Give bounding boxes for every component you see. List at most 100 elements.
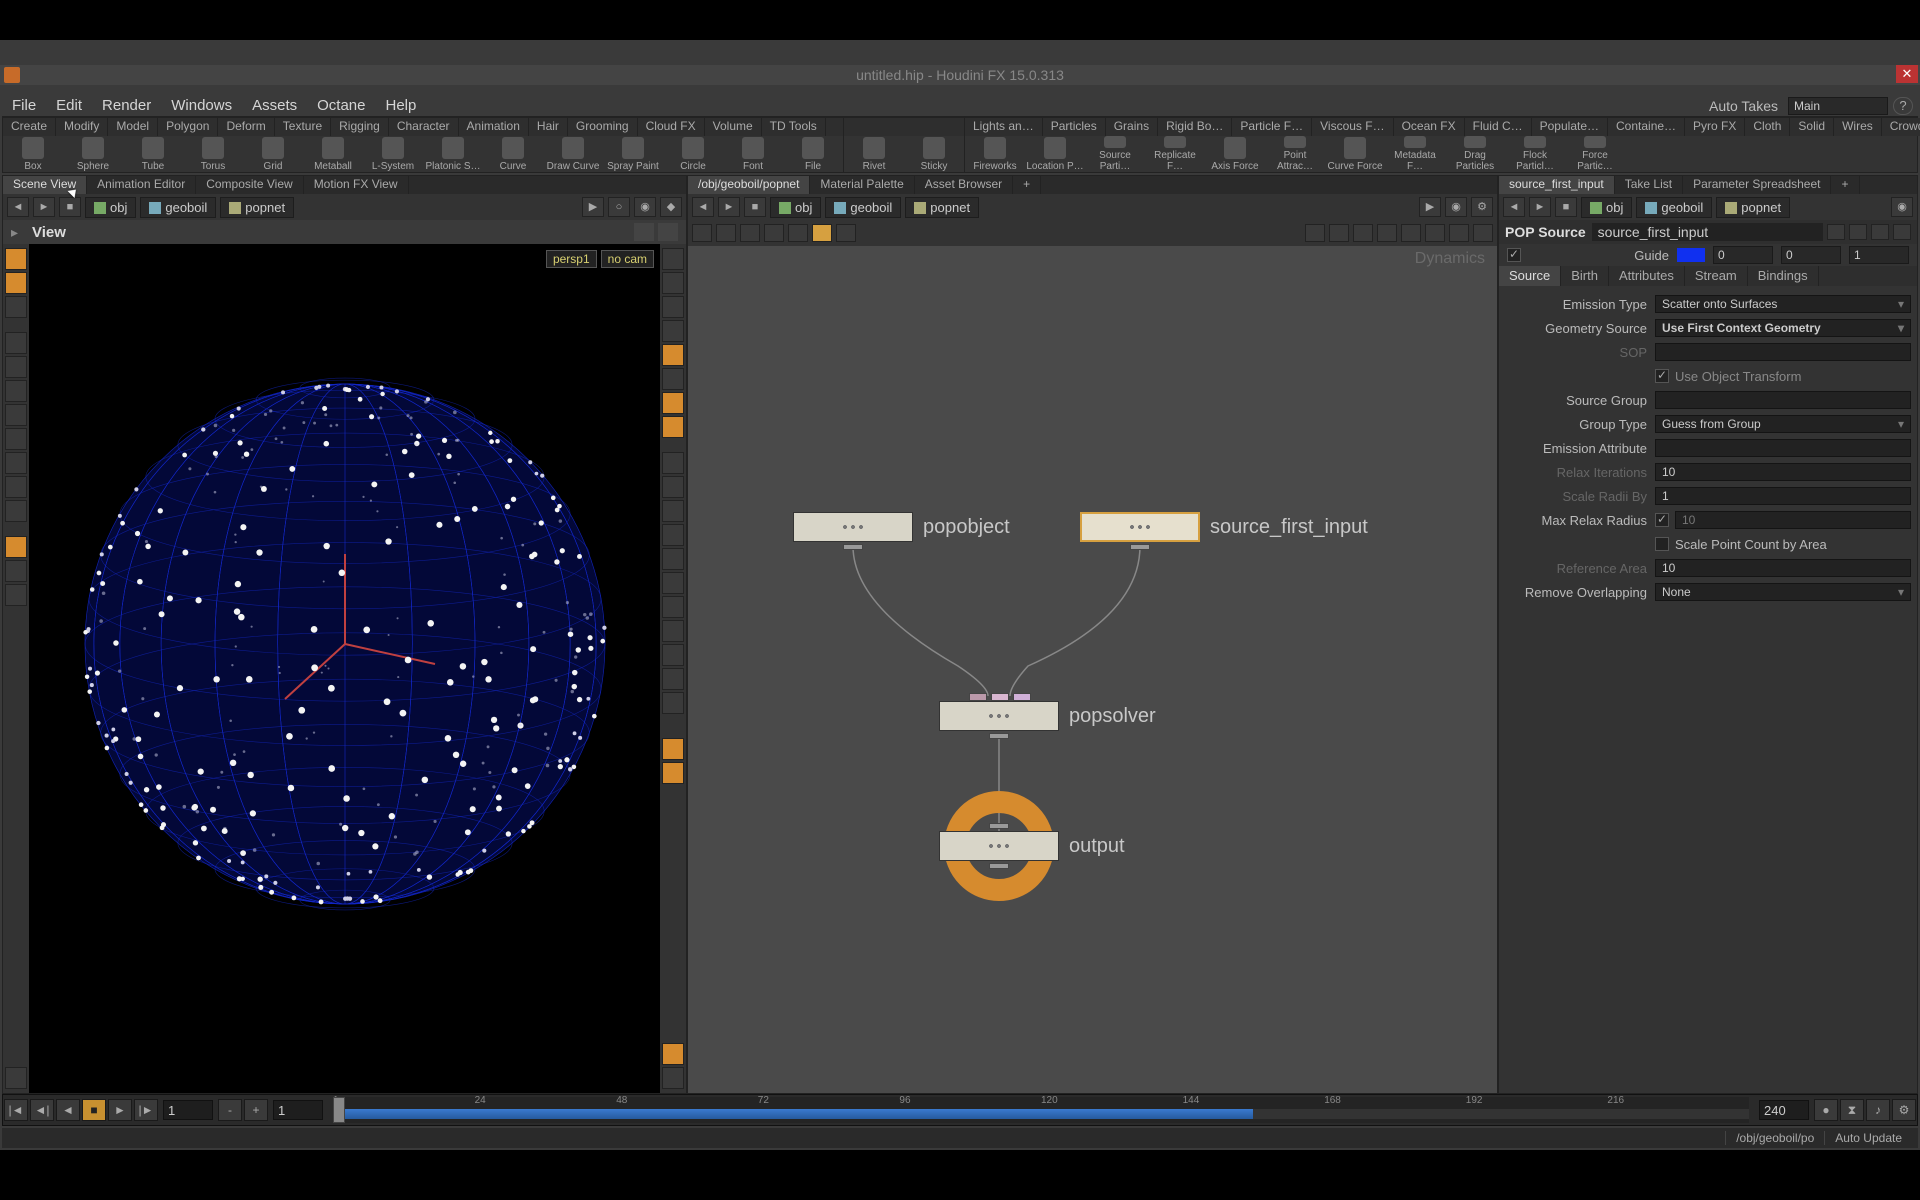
path-obj[interactable]: obj [85,197,136,218]
guide-checkbox[interactable] [1507,248,1521,262]
tool-circle[interactable]: Circle [663,136,723,172]
shelf-tab[interactable]: Modify [56,118,108,136]
net-find-icon[interactable] [1449,224,1469,242]
shelf-right-tabs[interactable]: Lights an… Particles Grains Rigid Bo… Pa… [965,118,1920,136]
tab-assetbrowser[interactable]: Asset Browser [915,176,1013,194]
tab-birth[interactable]: Birth [1561,266,1609,286]
shelf-tab[interactable]: Character [389,118,459,136]
net-zoom1-icon[interactable] [1305,224,1325,242]
tool-forcepart[interactable]: Force Partic… [1565,136,1625,172]
play-back-button[interactable]: ◄ [56,1099,80,1121]
display-opts-icon[interactable] [662,1043,684,1065]
output-connector[interactable] [989,733,1009,739]
shelf-tab[interactable]: Particles [1043,118,1106,136]
snap-multi-icon[interactable] [5,500,27,522]
shelf-tab[interactable]: Rigging [331,118,389,136]
select-tool-icon[interactable] [5,248,27,270]
net-back-icon[interactable]: ◄ [692,197,714,217]
rotate-tool-icon[interactable] [5,356,27,378]
tumble-icon[interactable] [662,524,684,546]
tool-drawcurve[interactable]: Draw Curve [543,136,603,172]
scale-count-checkbox[interactable] [1655,537,1669,551]
take-dropdown[interactable]: Main [1788,97,1888,115]
menu-help[interactable]: Help [375,95,426,116]
input-connectors[interactable] [969,693,1031,699]
play-forward-button[interactable]: ► [108,1099,132,1121]
light-icon[interactable] [662,368,684,390]
timeline-track[interactable]: 1 24 48 72 96 120 144 168 192 216 [333,1097,1749,1123]
play-icon[interactable]: ▶ [582,197,604,217]
tab-anim-editor[interactable]: Animation Editor [87,176,196,194]
net-opts-icon[interactable] [1473,224,1493,242]
playhead[interactable] [333,1097,345,1123]
tool-curveforce[interactable]: Curve Force [1325,136,1385,172]
menu-windows[interactable]: Windows [161,95,242,116]
shelf-tab[interactable]: Hair [529,118,568,136]
gear-icon[interactable] [1827,224,1845,240]
net-sticky-icon[interactable] [812,224,832,242]
step-fwd-button[interactable]: + [244,1099,268,1121]
menu-assets[interactable]: Assets [242,95,307,116]
tab-matpalette[interactable]: Material Palette [810,176,914,194]
frame-sel-icon[interactable] [662,692,684,714]
tool-grid[interactable]: Grid [243,136,303,172]
tab-parmspread[interactable]: Parameter Spreadsheet [1683,176,1831,194]
shade-icon[interactable] [662,344,684,366]
emission-type-dropdown[interactable]: Scatter onto Surfaces [1655,295,1911,313]
shelf-tab[interactable]: Texture [275,118,331,136]
tool-sticky[interactable]: Sticky [904,136,964,172]
output-connector[interactable] [843,544,863,550]
lasso-tool-icon[interactable] [5,404,27,426]
end-frame-field[interactable] [1759,1100,1809,1120]
tab-network[interactable]: /obj/geoboil/popnet [688,176,810,194]
output-connector[interactable] [989,863,1009,869]
audio-icon[interactable]: ♪ [1866,1099,1890,1121]
parm-path-obj[interactable]: obj [1581,197,1632,218]
menu-edit[interactable]: Edit [46,95,92,116]
headlight-icon[interactable] [662,392,684,414]
net-zoom2-icon[interactable] [1329,224,1349,242]
source-group-field[interactable] [1655,391,1911,409]
net-pin-icon[interactable]: ▶ [1419,197,1441,217]
tool-torus[interactable]: Torus [183,136,243,172]
path-pop[interactable]: popnet [220,197,294,218]
tool-replicate[interactable]: Replicate F… [1145,136,1205,172]
shelf-tab[interactable]: Cloud FX [638,118,705,136]
shelf-tab[interactable]: Polygon [158,118,218,136]
render-icon[interactable] [662,738,684,760]
arrow-tool-icon[interactable] [5,332,27,354]
global-anim-icon[interactable]: ⚙ [1892,1099,1916,1121]
shelf-tab[interactable]: Solid [1790,118,1834,136]
tool-drag[interactable]: Drag Particles [1445,136,1505,172]
node-name-field[interactable]: source_first_input [1592,223,1823,241]
info-icon[interactable] [1871,224,1889,240]
net-gear-icon[interactable]: ⚙ [1471,197,1493,217]
brush-tool-icon[interactable] [5,428,27,450]
parm-back-icon[interactable]: ◄ [1503,197,1525,217]
tool-flock[interactable]: Flock Particl… [1505,136,1565,172]
lock-icon[interactable] [662,248,684,270]
remove-overlap-dropdown[interactable]: None [1655,583,1911,601]
net-path-pop[interactable]: popnet [905,197,979,218]
net-zoom5-icon[interactable] [1401,224,1421,242]
zoom-icon[interactable] [662,596,684,618]
path-geo[interactable]: geoboil [140,197,216,218]
shelf-tab[interactable]: Grooming [568,118,638,136]
shelf-tab[interactable]: Lights an… [965,118,1043,136]
net-spread-icon[interactable] [740,224,760,242]
guide-b-field[interactable] [1849,246,1909,264]
net-path-geo[interactable]: geoboil [825,197,901,218]
tab-attributes[interactable]: Attributes [1609,266,1685,286]
grid-toggle-icon[interactable] [662,452,684,474]
tab-add[interactable]: + [1013,176,1041,194]
tab-scene-view[interactable]: Scene View [3,176,87,194]
tool-box[interactable]: Box [3,136,63,172]
tab-parm[interactable]: source_first_input [1499,176,1615,194]
pin-icon[interactable]: ◉ [634,197,656,217]
shelf-left-tabs[interactable]: Create Modify Model Polygon Deform Textu… [3,118,843,136]
close-icon[interactable]: ✕ [1896,65,1918,83]
menu-render[interactable]: Render [92,95,161,116]
pan-icon[interactable] [662,572,684,594]
camera-icon[interactable] [662,500,684,522]
shelf-tab[interactable]: Pyro FX [1685,118,1745,136]
